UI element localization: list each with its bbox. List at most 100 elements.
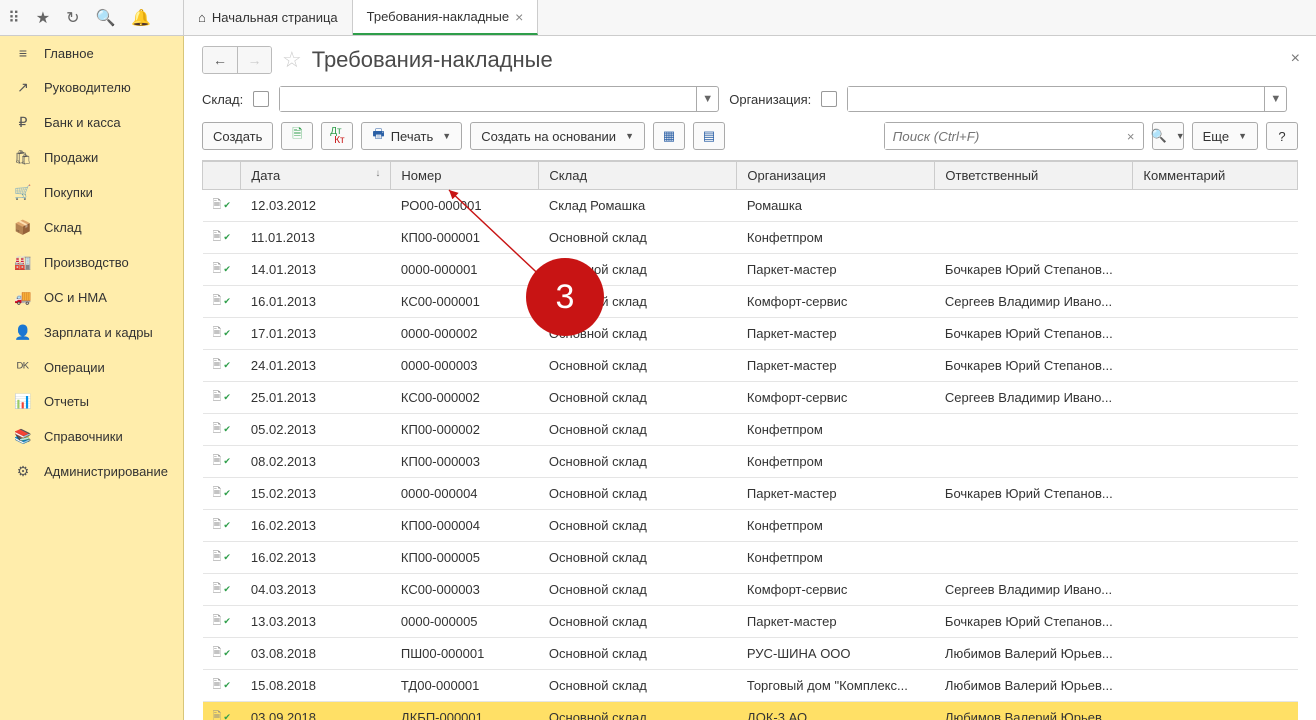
cell-sklad: Основной склад <box>539 574 737 606</box>
col-number[interactable]: Номер <box>391 162 539 190</box>
table-row[interactable]: 🗎✔03.09.2018ДКБП-000001Основной складДОК… <box>203 702 1298 720</box>
dtKt-button[interactable]: ДтКт <box>321 122 353 150</box>
tab-home-label: Начальная страница <box>212 10 338 25</box>
cell-resp <box>935 510 1133 542</box>
col-comment[interactable]: Комментарий <box>1133 162 1298 190</box>
cell-comment <box>1133 478 1298 510</box>
clear-icon[interactable]: × <box>1119 123 1143 149</box>
sidebar-item-9[interactable]: ᴰᴷОперации <box>0 350 183 384</box>
table-row[interactable]: 🗎✔03.08.2018ПШ00-000001Основной складРУС… <box>203 638 1298 670</box>
table-row[interactable]: 🗎✔15.02.20130000-000004Основной складПар… <box>203 478 1298 510</box>
cell-comment <box>1133 510 1298 542</box>
table-row[interactable]: 🗎✔16.02.2013КП00-000004Основной складКон… <box>203 510 1298 542</box>
cell-date: 04.03.2013 <box>241 574 391 606</box>
cell-resp <box>935 542 1133 574</box>
cell-org: Комфорт-сервис <box>737 286 935 318</box>
forward-button[interactable]: → <box>237 47 271 73</box>
cell-resp: Бочкарев Юрий Степанов... <box>935 606 1133 638</box>
related-button[interactable]: ▦ <box>653 122 685 150</box>
sidebar-item-label: Продажи <box>44 150 98 165</box>
sidebar-item-7[interactable]: 🚚ОС и НМА <box>0 280 183 315</box>
org-checkbox[interactable] <box>821 91 837 107</box>
bell-icon[interactable]: 🔔 <box>131 8 151 28</box>
search-icon[interactable]: 🔍 <box>95 8 115 28</box>
cell-date: 05.02.2013 <box>241 414 391 446</box>
tab-requirements[interactable]: Требования-накладные × <box>353 0 539 35</box>
cell-date: 08.02.2013 <box>241 446 391 478</box>
close-page-icon[interactable]: × <box>1291 50 1300 68</box>
sidebar-item-6[interactable]: 🏭Производство <box>0 245 183 280</box>
close-icon[interactable]: × <box>515 9 523 25</box>
cell-sklad: Основной склад <box>539 702 737 720</box>
favorite-icon[interactable]: ☆ <box>282 47 302 73</box>
cell-number: КП00-000003 <box>391 446 539 478</box>
sidebar-item-0[interactable]: ≡Главное <box>0 36 183 70</box>
filter-org-label: Организация: <box>729 92 811 107</box>
sidebar-item-10[interactable]: 📊Отчеты <box>0 384 183 419</box>
sidebar-item-5[interactable]: 📦Склад <box>0 210 183 245</box>
sidebar-item-label: Руководителю <box>44 80 131 95</box>
document-icon: 🗎✔ <box>213 196 231 215</box>
org-combo[interactable]: ▼ <box>847 86 1287 112</box>
sidebar-item-3[interactable]: 🛍Продажи <box>0 140 183 175</box>
print-label: Печать <box>391 129 434 144</box>
table-row[interactable]: 🗎✔17.01.20130000-000002Основной складПар… <box>203 318 1298 350</box>
sidebar-item-11[interactable]: 📚Справочники <box>0 419 183 454</box>
sklad-input[interactable] <box>280 87 696 111</box>
col-icon[interactable] <box>203 162 241 190</box>
find-button[interactable]: 🔍▼ <box>1152 122 1184 150</box>
apps-icon[interactable]: ⠿ <box>8 8 20 28</box>
cell-number: ТД00-000001 <box>391 670 539 702</box>
print-button[interactable]: 🖶Печать▼ <box>361 122 462 150</box>
chevron-down-icon[interactable]: ▼ <box>1264 87 1286 111</box>
cell-date: 15.08.2018 <box>241 670 391 702</box>
sidebar-item-12[interactable]: ⚙Администрирование <box>0 454 183 489</box>
more-button[interactable]: Еще▼ <box>1192 122 1258 150</box>
table-row[interactable]: 🗎✔24.01.20130000-000003Основной складПар… <box>203 350 1298 382</box>
table-row[interactable]: 🗎✔11.01.2013КП00-000001Основной складКон… <box>203 222 1298 254</box>
copy-button[interactable]: 🗎 <box>281 122 313 150</box>
table-row[interactable]: 🗎✔12.03.2012РО00-000001Склад РомашкаРома… <box>203 190 1298 222</box>
help-button[interactable]: ? <box>1266 122 1298 150</box>
cell-number: КП00-000001 <box>391 222 539 254</box>
content-area: × ← → ☆ Требования-накладные Склад: ▼ Ор… <box>184 36 1316 720</box>
magnifier-icon: 🔍 <box>1151 128 1167 144</box>
table-row[interactable]: 🗎✔16.01.2013КС00-000001Основной складКом… <box>203 286 1298 318</box>
sidebar-item-2[interactable]: ₽Банк и касса <box>0 105 183 140</box>
chevron-down-icon[interactable]: ▼ <box>696 87 718 111</box>
table-row[interactable]: 🗎✔05.02.2013КП00-000002Основной складКон… <box>203 414 1298 446</box>
create-button[interactable]: Создать <box>202 122 273 150</box>
sklad-checkbox[interactable] <box>253 91 269 107</box>
search-box[interactable]: × <box>884 122 1144 150</box>
sidebar-icon: 🛒 <box>14 184 32 201</box>
table-row[interactable]: 🗎✔14.01.20130000-000001Основной складПар… <box>203 254 1298 286</box>
search-input[interactable] <box>885 123 1119 149</box>
sidebar-item-4[interactable]: 🛒Покупки <box>0 175 183 210</box>
org-input[interactable] <box>848 87 1264 111</box>
table-row[interactable]: 🗎✔13.03.20130000-000005Основной складПар… <box>203 606 1298 638</box>
cell-comment <box>1133 574 1298 606</box>
star-icon[interactable]: ★ <box>36 8 50 28</box>
topbar: ⠿ ★ ↻ 🔍 🔔 ⌂ Начальная страница Требовани… <box>0 0 1316 36</box>
col-sklad[interactable]: Склад <box>539 162 737 190</box>
sidebar-item-8[interactable]: 👤Зарплата и кадры <box>0 315 183 350</box>
sidebar-item-1[interactable]: ↗Руководителю <box>0 70 183 105</box>
col-org[interactable]: Организация <box>737 162 935 190</box>
table-row[interactable]: 🗎✔15.08.2018ТД00-000001Основной складТор… <box>203 670 1298 702</box>
sklad-combo[interactable]: ▼ <box>279 86 719 112</box>
related-icon: ▦ <box>663 128 675 144</box>
table-row[interactable]: 🗎✔08.02.2013КП00-000003Основной складКон… <box>203 446 1298 478</box>
create-based-button[interactable]: Создать на основании▼ <box>470 122 645 150</box>
table-row[interactable]: 🗎✔16.02.2013КП00-000005Основной складКон… <box>203 542 1298 574</box>
table-row[interactable]: 🗎✔25.01.2013КС00-000002Основной складКом… <box>203 382 1298 414</box>
back-button[interactable]: ← <box>203 47 237 73</box>
list-button[interactable]: ▤ <box>693 122 725 150</box>
history-icon[interactable]: ↻ <box>66 8 79 28</box>
tab-home[interactable]: ⌂ Начальная страница <box>184 0 353 35</box>
col-resp[interactable]: Ответственный <box>935 162 1133 190</box>
table-row[interactable]: 🗎✔04.03.2013КС00-000003Основной складКом… <box>203 574 1298 606</box>
cell-org: Комфорт-сервис <box>737 574 935 606</box>
sidebar-item-label: Справочники <box>44 429 123 444</box>
cell-date: 03.08.2018 <box>241 638 391 670</box>
col-date[interactable]: Дата↓ <box>241 162 391 190</box>
